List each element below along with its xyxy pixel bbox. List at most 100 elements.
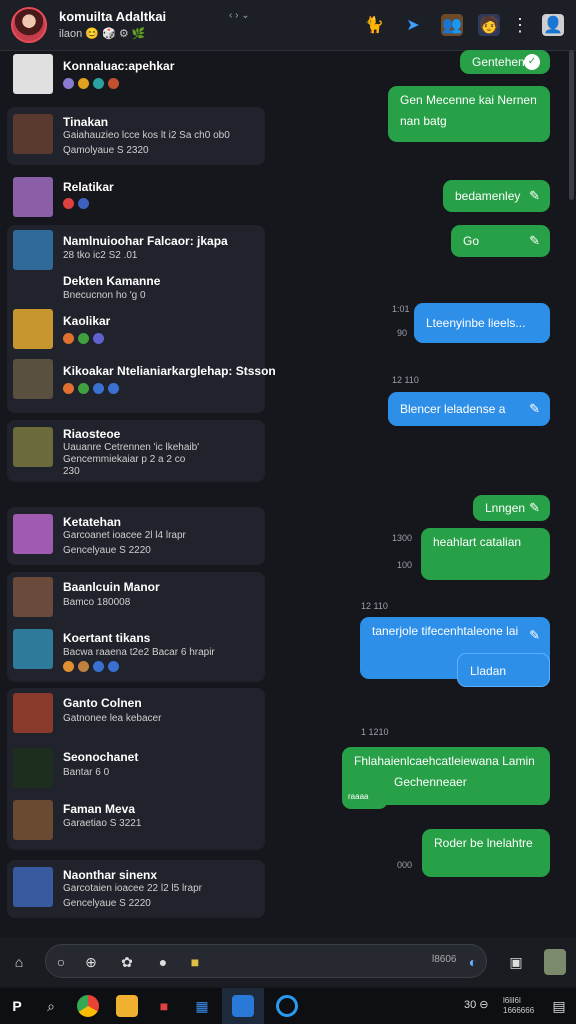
clock-date: 1666666 bbox=[503, 1006, 535, 1015]
search-icon[interactable]: ○ bbox=[52, 953, 70, 971]
contact-avatar bbox=[13, 514, 53, 554]
badge-icon bbox=[63, 383, 74, 394]
scrollbar[interactable] bbox=[569, 50, 574, 200]
user-icon[interactable]: 👤 bbox=[542, 14, 564, 36]
attach-icon[interactable]: ⊕ bbox=[82, 953, 100, 971]
gamepad-icon[interactable]: ▣ bbox=[505, 953, 527, 971]
contact-name: Riaosteoe bbox=[63, 427, 121, 441]
apps-icon[interactable]: ▦ bbox=[191, 995, 213, 1017]
timestamp: 1300 bbox=[392, 533, 413, 543]
browser-icon[interactable] bbox=[77, 995, 99, 1017]
avatar-icon[interactable]: 🧑 bbox=[478, 14, 500, 36]
message-input[interactable]: ○ ⊕ ✿ ● ■ l8606 ◐ bbox=[45, 944, 487, 978]
message-bubble[interactable]: Lteenyinbe lieels... bbox=[414, 303, 550, 343]
message-bubble[interactable]: Roder be lnelahtre bbox=[422, 829, 550, 877]
message-bubble[interactable]: Gen Mecenne kai Nernen nan batg bbox=[388, 86, 550, 142]
badge-icon bbox=[93, 333, 104, 344]
store-icon[interactable]: ■ bbox=[153, 995, 175, 1017]
message-bubble[interactable]: Lnngen ✎ bbox=[473, 495, 550, 521]
search-icon[interactable]: ⌕ bbox=[40, 995, 62, 1017]
contact-detail: Gencelyaue S 2220 bbox=[63, 898, 151, 909]
badge-icon bbox=[108, 78, 119, 89]
chat-app-icon[interactable] bbox=[232, 995, 254, 1017]
home-icon[interactable]: ⌂ bbox=[10, 953, 28, 971]
message-bubble[interactable]: Gentehen ✓ bbox=[460, 50, 550, 74]
badge-icon bbox=[78, 198, 89, 209]
contact-group: Riaosteoe Uauanre Cetrennen 'ic lkehaib'… bbox=[7, 420, 265, 482]
contact-name: Kikoakar Ntelianiarkarglehap: Stsson bbox=[63, 364, 276, 378]
contact-detail: 28 tko ic2 S2 .01 bbox=[63, 250, 138, 261]
contact-detail: Garcotaien ioacee 22 l2 l5 lrapr bbox=[63, 883, 202, 894]
message-text: Lteenyinbe lieels... bbox=[426, 316, 526, 330]
badge-icon bbox=[78, 661, 89, 672]
notification-icon[interactable]: ▤ bbox=[548, 995, 570, 1017]
message-text: tanerjole tifecenhtaleone lai bbox=[372, 624, 519, 638]
status-icons: 😊 🎲 ⚙ 🌿 bbox=[85, 28, 146, 40]
contact-group: Baanlcuin Manor Bamco 180008 Koertant ti… bbox=[7, 572, 265, 682]
contact-name: Seonochanet bbox=[63, 750, 139, 764]
contact-group: Naonthar sinenx Garcotaien ioacee 22 l2 … bbox=[7, 860, 265, 918]
channel-avatar[interactable] bbox=[11, 7, 47, 43]
contact-avatar bbox=[13, 693, 53, 733]
clock[interactable]: l6lil6l 1666666 bbox=[503, 996, 534, 1016]
contact-name: Ketatehan bbox=[63, 515, 122, 529]
contact-avatar bbox=[13, 54, 53, 94]
contact-name: Baanlcuin Manor bbox=[63, 580, 160, 594]
message-text: Gentehen bbox=[472, 55, 525, 69]
contact-detail: Gencelyaue S 2220 bbox=[63, 545, 151, 556]
badge-icons bbox=[63, 333, 104, 344]
message-text: Blencer leladense a bbox=[400, 402, 506, 416]
message-bubble[interactable]: bedamenley ✎ bbox=[443, 180, 550, 212]
header-bar: komuilta Adaltkai ilaon 😊 🎲 ⚙ 🌿 ‹ › ⌄ 🐈 … bbox=[0, 0, 576, 51]
emoji-icon[interactable]: ■ bbox=[186, 953, 204, 971]
channel-subtitle-text: ilaon bbox=[59, 28, 83, 40]
edit-icon[interactable]: ✎ bbox=[529, 184, 540, 208]
contact-avatar bbox=[13, 629, 53, 669]
contact-detail: Gencemmiekaiar p 2 a 2 co bbox=[63, 454, 186, 465]
message-bubble[interactable]: Blencer leladense a ✎ bbox=[388, 392, 550, 426]
edit-icon[interactable]: ✎ bbox=[529, 229, 540, 253]
message-text: Lnngen bbox=[485, 501, 526, 515]
badge-icon bbox=[93, 661, 104, 672]
badge-icon bbox=[108, 383, 119, 394]
message-text: bedamenley bbox=[455, 189, 521, 203]
message-bubble[interactable]: Go ✎ bbox=[451, 225, 550, 257]
edit-icon[interactable]: ✎ bbox=[529, 499, 540, 517]
group-icon[interactable]: 👥 bbox=[441, 14, 463, 36]
message-bubble[interactable]: heahlart catalian bbox=[421, 528, 550, 580]
contact-detail: Gaiahauzieo lcce kos lt i2 Sa ch0 ob0 bbox=[63, 130, 230, 141]
edit-icon[interactable]: ✎ bbox=[529, 396, 540, 422]
contact-avatar bbox=[13, 748, 53, 788]
badge-icon bbox=[78, 383, 89, 394]
contact-detail: Garcoanet ioacee 2l l4 lrapr bbox=[63, 530, 186, 541]
reply-chip[interactable]: raaaa bbox=[342, 785, 388, 809]
contact-detail: Bnecucnon ho 'g 0 bbox=[63, 290, 146, 301]
send-icon[interactable]: ◐ bbox=[464, 953, 482, 971]
edit-icon[interactable]: ✎ bbox=[529, 625, 540, 646]
edge-icon[interactable] bbox=[276, 995, 298, 1017]
contact-list: Konnaluac:apehkar Tinakan Gaiahauzieo lc… bbox=[0, 50, 276, 935]
cat-icon[interactable]: 🐈 bbox=[363, 14, 385, 36]
start-icon[interactable]: P bbox=[6, 995, 28, 1017]
message-pane: Gentehen ✓ Gen Mecenne kai Nernen nan ba… bbox=[275, 50, 565, 935]
message-bubble[interactable]: Lladan bbox=[457, 653, 550, 687]
message-text: Roder be lnelahtre bbox=[434, 836, 533, 850]
timestamp: 1 1210 bbox=[361, 727, 389, 737]
share-icon[interactable]: ➤ bbox=[402, 14, 424, 36]
contact-name: Ganto Colnen bbox=[63, 696, 142, 710]
nav-chevrons[interactable]: ‹ › ⌄ bbox=[229, 10, 250, 21]
more-icon[interactable]: ⋮ bbox=[509, 14, 531, 36]
tray-status[interactable]: 30 ⊖ bbox=[464, 998, 489, 1011]
contact-group: Namlnuioohar Falcaor: jkapa 28 tko ic2 S… bbox=[7, 225, 276, 413]
folder-icon[interactable] bbox=[116, 995, 138, 1017]
contact-group: Relatikar bbox=[7, 172, 265, 220]
gift-icon[interactable]: ✿ bbox=[118, 953, 136, 971]
badge-icon bbox=[63, 333, 74, 344]
composer-bar: ⌂ ○ ⊕ ✿ ● ■ l8606 ◐ ▣ bbox=[0, 937, 576, 987]
badge-icon bbox=[108, 661, 119, 672]
contact-avatar bbox=[13, 114, 53, 154]
sticker-icon[interactable]: ● bbox=[154, 953, 172, 971]
badge-icons bbox=[63, 78, 119, 89]
profile-avatar[interactable] bbox=[544, 949, 566, 975]
contact-avatar bbox=[13, 177, 53, 217]
